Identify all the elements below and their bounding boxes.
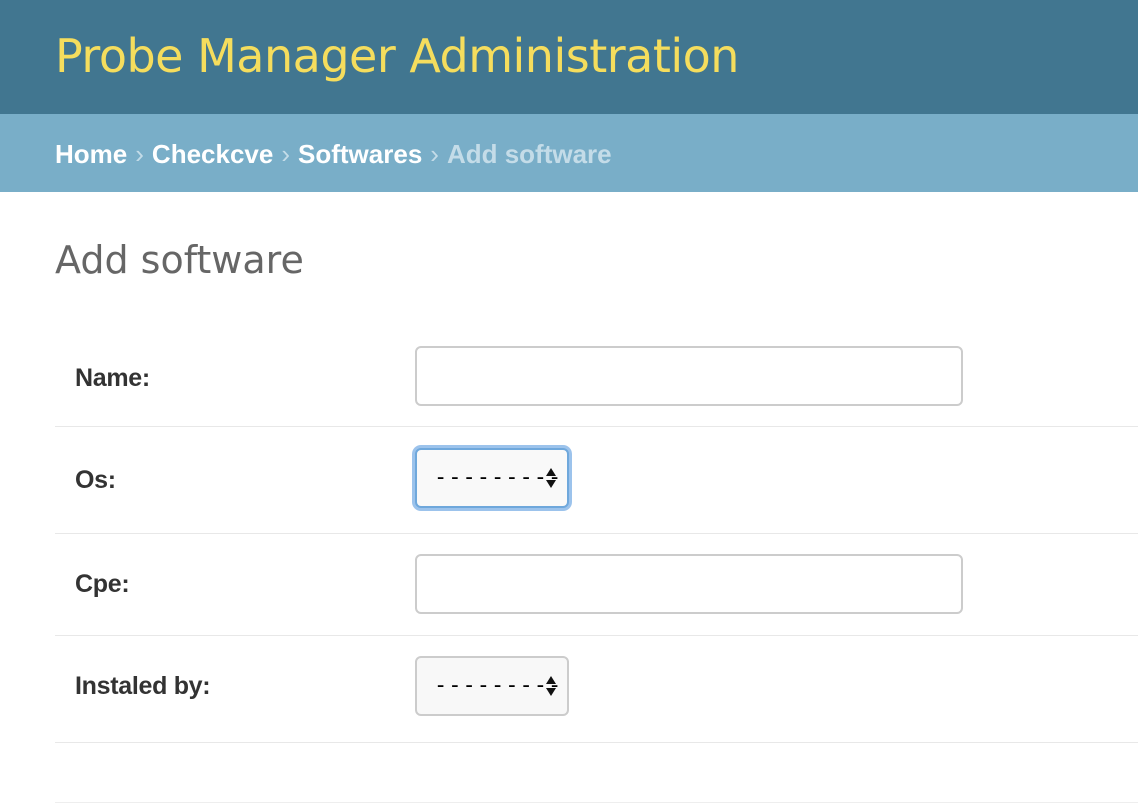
os-select[interactable]: --------- <box>415 448 569 508</box>
breadcrumb-checkcve[interactable]: Checkcve <box>152 139 273 169</box>
breadcrumb-current: Add software <box>446 139 612 169</box>
breadcrumb-separator: › <box>281 139 291 169</box>
breadcrumb-softwares[interactable]: Softwares <box>298 139 422 169</box>
page-title: Add software <box>55 238 304 282</box>
header: Probe Manager Administration <box>0 0 1138 114</box>
breadcrumb-home[interactable]: Home <box>55 139 127 169</box>
cpe-input[interactable] <box>415 554 963 614</box>
add-software-form: Name: Os: --------- Cpe: Instaled by: --… <box>55 322 1138 743</box>
os-select-value: --------- <box>434 465 563 490</box>
breadcrumb: Home › Checkcve › Softwares › Add software <box>0 114 1138 192</box>
form-row-instaled-by: Instaled by: --------- <box>55 636 1138 743</box>
name-label: Name: <box>75 364 150 392</box>
os-label: Os: <box>75 466 116 494</box>
breadcrumb-trail: Home › Checkcve › Softwares › Add software <box>55 138 612 170</box>
form-row-cpe: Cpe: <box>55 534 1138 636</box>
instaled-by-select-value: --------- <box>434 673 563 698</box>
instaled-by-select[interactable]: --------- <box>415 656 569 716</box>
submit-row-divider <box>55 802 1138 803</box>
instaled-by-label: Instaled by: <box>75 672 211 700</box>
form-row-name: Name: <box>55 322 1138 427</box>
cpe-label: Cpe: <box>75 570 130 598</box>
form-row-os: Os: --------- <box>55 427 1138 534</box>
name-input[interactable] <box>415 346 963 406</box>
site-title[interactable]: Probe Manager Administration <box>55 28 739 84</box>
breadcrumb-separator: › <box>135 139 144 169</box>
updown-arrows-icon <box>546 468 556 488</box>
updown-arrows-icon <box>546 676 556 696</box>
breadcrumb-separator: › <box>430 139 439 169</box>
